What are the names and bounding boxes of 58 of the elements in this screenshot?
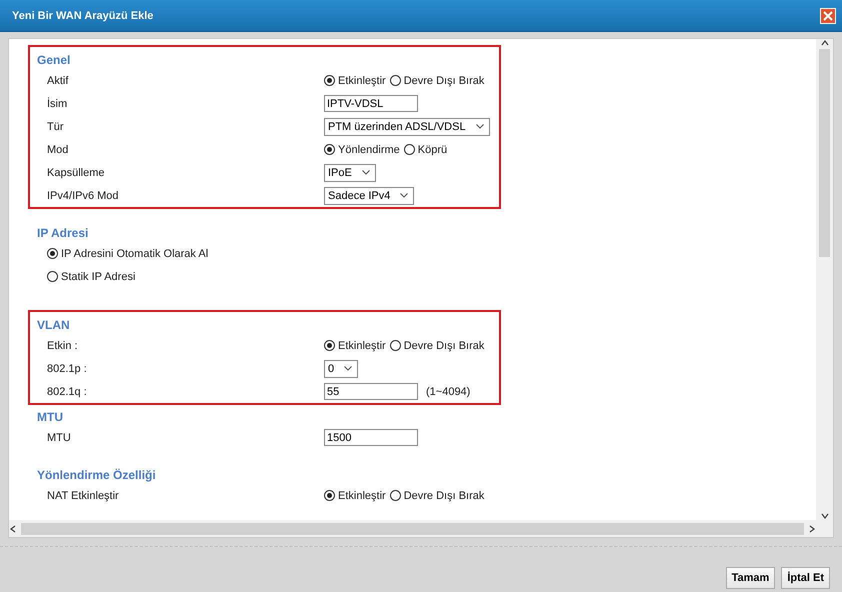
- ok-button[interactable]: Tamam: [726, 566, 776, 588]
- field-label: Aktif: [47, 74, 70, 86]
- field-label: Etkin :: [47, 340, 79, 352]
- field-label: 802.1q :: [47, 386, 88, 398]
- range-hint: (1~4094): [426, 386, 470, 398]
- scroll-down-icon[interactable]: [820, 512, 828, 520]
- radio-label: Köprü: [418, 144, 448, 156]
- chevron-down-icon: [362, 170, 370, 175]
- radio-button[interactable]: [47, 248, 58, 259]
- chevron-down-icon: [476, 124, 484, 129]
- radio-label: IP Adresini Otomatik Olarak Al: [61, 248, 208, 260]
- scroll-left-icon[interactable]: [9, 524, 17, 532]
- field-label: Tür: [47, 120, 64, 132]
- radio-label: Etkinleştir: [338, 74, 386, 86]
- radio-label: Yönlendirme: [338, 144, 400, 156]
- radio-button[interactable]: [324, 340, 335, 351]
- chevron-down-icon: [400, 193, 408, 198]
- field-label: IPv4/IPv6 Mod: [47, 190, 120, 202]
- field-label: Mod: [47, 144, 70, 156]
- cancel-button[interactable]: İptal Et: [781, 566, 830, 588]
- dropdown[interactable]: PTM üzerinden ADSL/VDSL: [324, 118, 490, 136]
- section-heading: Yönlendirme Özelliği: [37, 466, 157, 484]
- close-button[interactable]: [820, 8, 836, 24]
- horizontal-scrollbar[interactable]: [9, 520, 816, 537]
- text-field[interactable]: 55: [324, 383, 418, 400]
- field-label: Kapsülleme: [47, 166, 106, 178]
- field-label: NAT Etkinleştir: [47, 490, 120, 502]
- section-heading: IP Adresi: [37, 224, 90, 242]
- scroll-right-icon[interactable]: [808, 524, 816, 532]
- radio-label: Devre Dışı Bırak: [404, 74, 484, 86]
- radio-button[interactable]: [47, 271, 58, 282]
- chevron-down-icon: [344, 366, 352, 371]
- section-heading: MTU: [37, 408, 64, 426]
- dropdown[interactable]: Sadece IPv4: [324, 186, 414, 204]
- field-label: İsim: [47, 98, 68, 110]
- vertical-scrollbar[interactable]: [816, 39, 833, 520]
- radio-label: Devre Dışı Bırak: [404, 490, 484, 502]
- radio-button[interactable]: [390, 340, 401, 351]
- section-heading: VLAN: [37, 316, 71, 334]
- radio-button[interactable]: [390, 75, 401, 86]
- text-field[interactable]: 1500: [324, 429, 418, 446]
- radio-button[interactable]: [324, 144, 335, 155]
- radio-button[interactable]: [324, 75, 335, 86]
- radio-button[interactable]: [404, 144, 415, 155]
- field-label: 802.1p :: [47, 362, 88, 374]
- section-heading: Genel: [37, 52, 72, 68]
- scroll-up-icon[interactable]: [820, 39, 828, 47]
- radio-label: Etkinleştir: [338, 490, 386, 502]
- radio-button[interactable]: [390, 490, 401, 501]
- radio-button[interactable]: [324, 490, 335, 501]
- field-label: MTU: [47, 432, 72, 444]
- radio-label: Statik IP Adresi: [61, 270, 136, 282]
- dropdown[interactable]: 0: [324, 360, 358, 378]
- window-title: Yeni Bir WAN Arayüzü Ekle: [12, 10, 154, 22]
- radio-label: Devre Dışı Bırak: [404, 340, 484, 352]
- text-field[interactable]: IPTV-VDSL: [324, 95, 418, 112]
- radio-label: Etkinleştir: [338, 340, 386, 352]
- dropdown[interactable]: IPoE: [324, 164, 376, 182]
